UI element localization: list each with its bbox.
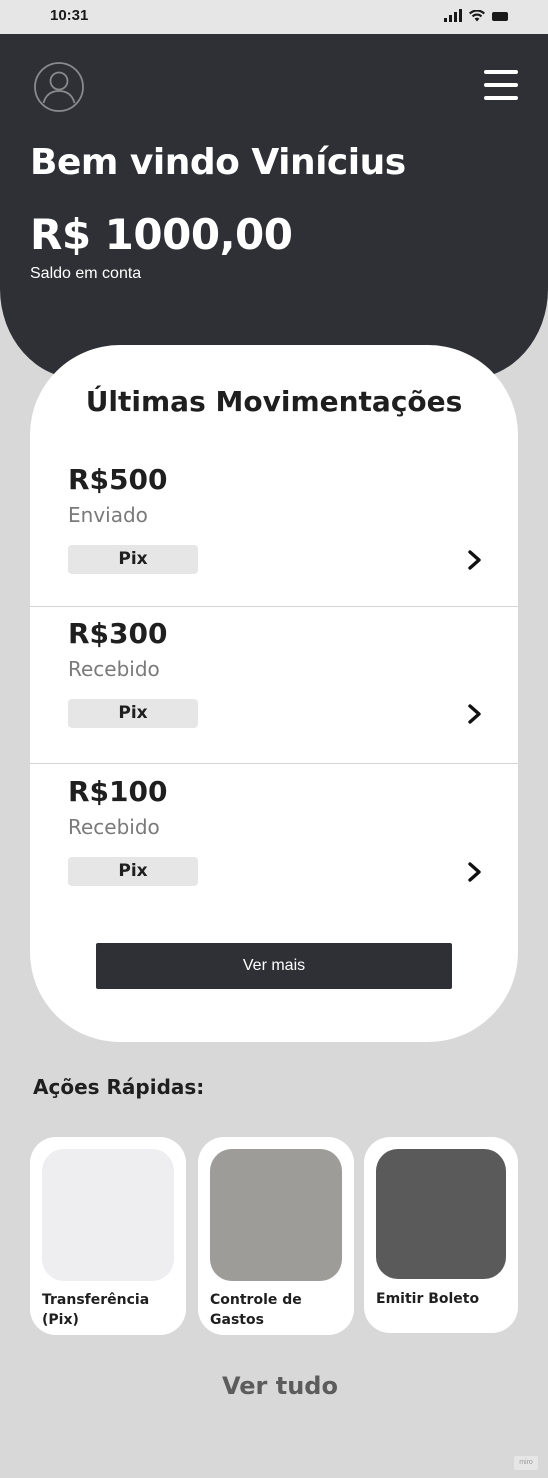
transaction-status: Recebido [68, 815, 160, 839]
quick-action-label: Controle de Gastos [210, 1292, 302, 1328]
quick-action-transfer[interactable]: Transferência (Pix) [30, 1137, 186, 1335]
see-more-button[interactable]: Ver mais [96, 943, 452, 989]
transaction-item[interactable]: R$500 Enviado Pix [30, 463, 518, 619]
quick-action-expenses[interactable]: Controle de Gastos [198, 1137, 354, 1335]
account-balance: R$ 1000,00 [30, 210, 293, 259]
transaction-amount: R$100 [68, 775, 168, 808]
expenses-thumbnail [210, 1149, 342, 1281]
battery-icon [492, 12, 508, 21]
quick-action-boleto[interactable]: Emitir Boleto [364, 1137, 518, 1333]
transaction-amount: R$300 [68, 617, 168, 650]
transaction-type-badge: Pix [68, 857, 198, 886]
transaction-item[interactable]: R$100 Recebido Pix [30, 775, 518, 931]
quick-action-label: Emitir Boleto [376, 1291, 480, 1307]
divider [30, 606, 518, 607]
transaction-status: Recebido [68, 657, 160, 681]
status-time: 10:31 [50, 7, 89, 24]
transaction-type-badge: Pix [68, 545, 198, 574]
recent-transactions-card: Últimas Movimentações R$500 Enviado Pix … [30, 345, 518, 1042]
divider [30, 763, 518, 764]
wifi-icon [469, 10, 485, 22]
chevron-right-icon[interactable] [466, 703, 484, 725]
status-bar: 10:31 [0, 0, 548, 34]
status-icons [444, 9, 508, 22]
user-avatar-icon[interactable] [33, 61, 85, 113]
boleto-thumbnail [376, 1149, 506, 1279]
quick-action-label: Transferência (Pix) [42, 1292, 150, 1328]
transaction-item[interactable]: R$300 Recebido Pix [30, 617, 518, 773]
see-all-link[interactable]: Ver tudo [0, 1372, 548, 1400]
quick-actions-title: Ações Rápidas: [33, 1075, 205, 1099]
welcome-title: Bem vindo Vinícius [30, 142, 406, 183]
transaction-type-badge: Pix [68, 699, 198, 728]
transaction-status: Enviado [68, 503, 148, 527]
transfer-thumbnail [42, 1149, 174, 1281]
transaction-amount: R$500 [68, 463, 168, 496]
chevron-right-icon[interactable] [466, 861, 484, 883]
miro-watermark: miro [514, 1456, 538, 1470]
signal-icon [444, 9, 462, 22]
account-header: Bem vindo Vinícius R$ 1000,00 Saldo em c… [0, 34, 548, 379]
chevron-right-icon[interactable] [466, 549, 484, 571]
transactions-title: Últimas Movimentações [85, 385, 463, 418]
balance-label: Saldo em conta [30, 265, 142, 282]
menu-icon[interactable] [484, 70, 518, 100]
